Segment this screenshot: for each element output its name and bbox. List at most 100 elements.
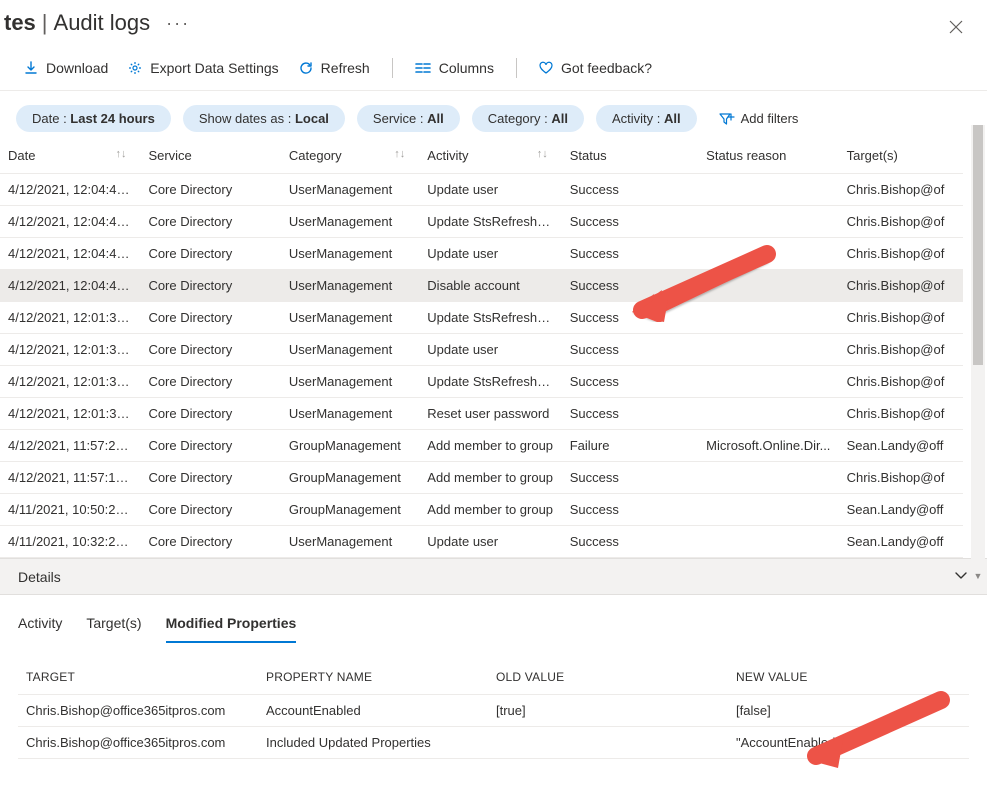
cell-category: UserManagement — [281, 174, 419, 206]
scrollbar-thumb[interactable] — [973, 125, 983, 365]
toolbar-separator — [392, 58, 393, 78]
cell-status: Success — [562, 270, 698, 302]
more-actions-button[interactable]: ··· — [166, 13, 190, 34]
cell-service: Core Directory — [140, 366, 280, 398]
details-tabs: Activity Target(s) Modified Properties — [18, 609, 969, 644]
cell-service: Core Directory — [140, 462, 280, 494]
details-col-property: PROPERTY NAME — [258, 664, 488, 695]
table-row[interactable]: 4/12/2021, 12:01:38 ...Core DirectoryUse… — [0, 398, 963, 430]
cell-date: 4/12/2021, 12:01:38 ... — [0, 398, 140, 430]
cell-service: Core Directory — [140, 526, 280, 558]
filter-category-pill[interactable]: Category : All — [472, 105, 584, 132]
details-panel-body: Activity Target(s) Modified Properties T… — [0, 595, 987, 759]
cell-activity: Update StsRefreshTo... — [419, 366, 561, 398]
page-title-separator: | — [42, 10, 48, 36]
cell-category: UserManagement — [281, 206, 419, 238]
details-cell-new: "AccountEnabled" — [728, 727, 969, 759]
tab-modified-properties[interactable]: Modified Properties — [166, 609, 297, 643]
heart-icon — [539, 61, 553, 75]
table-row[interactable]: 4/11/2021, 10:50:24 ...Core DirectoryGro… — [0, 494, 963, 526]
add-filters-button[interactable]: Add filters — [709, 107, 809, 130]
cell-service: Core Directory — [140, 430, 280, 462]
table-row[interactable]: 4/12/2021, 11:57:18 ...Core DirectoryGro… — [0, 462, 963, 494]
table-row[interactable]: 4/12/2021, 12:01:39 ...Core DirectoryUse… — [0, 302, 963, 334]
cell-status: Success — [562, 462, 698, 494]
col-targets[interactable]: Target(s) — [839, 140, 963, 174]
col-status-reason[interactable]: Status reason — [698, 140, 838, 174]
cell-targets: Chris.Bishop@of — [839, 302, 963, 334]
cell-service: Core Directory — [140, 302, 280, 334]
refresh-button[interactable]: Refresh — [291, 56, 378, 80]
table-row[interactable]: 4/12/2021, 12:04:42 ...Core DirectoryUse… — [0, 174, 963, 206]
cell-date: 4/12/2021, 11:57:22 ... — [0, 430, 140, 462]
cell-category: UserManagement — [281, 238, 419, 270]
details-row: Chris.Bishop@office365itpros.comAccountE… — [18, 695, 969, 727]
col-date[interactable]: Date↑↓ — [0, 140, 140, 174]
audit-table: Date↑↓ Service Category↑↓ Activity↑↓ Sta… — [0, 140, 963, 558]
details-cell-property: AccountEnabled — [258, 695, 488, 727]
cell-service: Core Directory — [140, 270, 280, 302]
table-row[interactable]: 4/11/2021, 10:32:23 ...Core DirectoryUse… — [0, 526, 963, 558]
table-row[interactable]: 4/12/2021, 12:01:39 ...Core DirectoryUse… — [0, 334, 963, 366]
tab-targets[interactable]: Target(s) — [86, 609, 141, 643]
export-settings-button[interactable]: Export Data Settings — [120, 56, 286, 80]
col-activity[interactable]: Activity↑↓ — [419, 140, 561, 174]
cell-activity: Update user — [419, 174, 561, 206]
details-row: Chris.Bishop@office365itpros.comIncluded… — [18, 727, 969, 759]
filter-show-dates-pill[interactable]: Show dates as : Local — [183, 105, 345, 132]
col-service[interactable]: Service — [140, 140, 280, 174]
col-status[interactable]: Status — [562, 140, 698, 174]
cell-status: Success — [562, 174, 698, 206]
details-panel-header[interactable]: Details — [0, 558, 987, 595]
vertical-scrollbar[interactable]: ▲ ▼ — [971, 125, 985, 583]
cell-activity: Update user — [419, 238, 561, 270]
cell-reason — [698, 398, 838, 430]
cell-category: UserManagement — [281, 334, 419, 366]
cell-category: UserManagement — [281, 270, 419, 302]
export-settings-label: Export Data Settings — [150, 60, 278, 76]
scroll-down-arrow-icon[interactable]: ▼ — [971, 571, 985, 581]
cell-activity: Update user — [419, 526, 561, 558]
columns-button[interactable]: Columns — [407, 56, 502, 80]
cell-targets: Chris.Bishop@of — [839, 270, 963, 302]
gear-icon — [128, 61, 142, 75]
download-label: Download — [46, 60, 108, 76]
cell-status: Failure — [562, 430, 698, 462]
table-row[interactable]: 4/12/2021, 12:01:38 ...Core DirectoryUse… — [0, 366, 963, 398]
table-row[interactable]: 4/12/2021, 11:57:22 ...Core DirectoryGro… — [0, 430, 963, 462]
cell-activity: Add member to group — [419, 430, 561, 462]
details-cell-old: [true] — [488, 695, 728, 727]
details-cell-new: [false] — [728, 695, 969, 727]
cell-targets: Sean.Landy@off — [839, 430, 963, 462]
cell-category: UserManagement — [281, 398, 419, 430]
download-button[interactable]: Download — [16, 56, 116, 80]
cell-status: Success — [562, 206, 698, 238]
cell-service: Core Directory — [140, 238, 280, 270]
cell-date: 4/12/2021, 12:04:42 ... — [0, 206, 140, 238]
cell-reason: Microsoft.Online.Dir... — [698, 430, 838, 462]
cell-service: Core Directory — [140, 398, 280, 430]
table-row[interactable]: 4/12/2021, 12:04:42 ...Core DirectoryUse… — [0, 270, 963, 302]
add-filters-label: Add filters — [741, 111, 799, 126]
details-cell-old — [488, 727, 728, 759]
table-row[interactable]: 4/12/2021, 12:04:42 ...Core DirectoryUse… — [0, 238, 963, 270]
sort-icon: ↑↓ — [537, 148, 554, 160]
filter-activity-pill[interactable]: Activity : All — [596, 105, 697, 132]
columns-icon — [415, 61, 431, 75]
filter-date-pill[interactable]: Date : Last 24 hours — [16, 105, 171, 132]
table-row[interactable]: 4/12/2021, 12:04:42 ...Core DirectoryUse… — [0, 206, 963, 238]
feedback-button[interactable]: Got feedback? — [531, 56, 660, 80]
cell-date: 4/12/2021, 12:04:42 ... — [0, 238, 140, 270]
cell-status: Success — [562, 302, 698, 334]
close-icon[interactable] — [949, 18, 963, 39]
tab-activity[interactable]: Activity — [18, 609, 62, 643]
cell-targets: Chris.Bishop@of — [839, 462, 963, 494]
cell-reason — [698, 174, 838, 206]
cell-activity: Update StsRefreshTo... — [419, 206, 561, 238]
page-title: Audit logs — [54, 10, 151, 36]
columns-label: Columns — [439, 60, 494, 76]
filter-service-pill[interactable]: Service : All — [357, 105, 460, 132]
col-category[interactable]: Category↑↓ — [281, 140, 419, 174]
cell-date: 4/12/2021, 12:04:42 ... — [0, 270, 140, 302]
details-cell-property: Included Updated Properties — [258, 727, 488, 759]
